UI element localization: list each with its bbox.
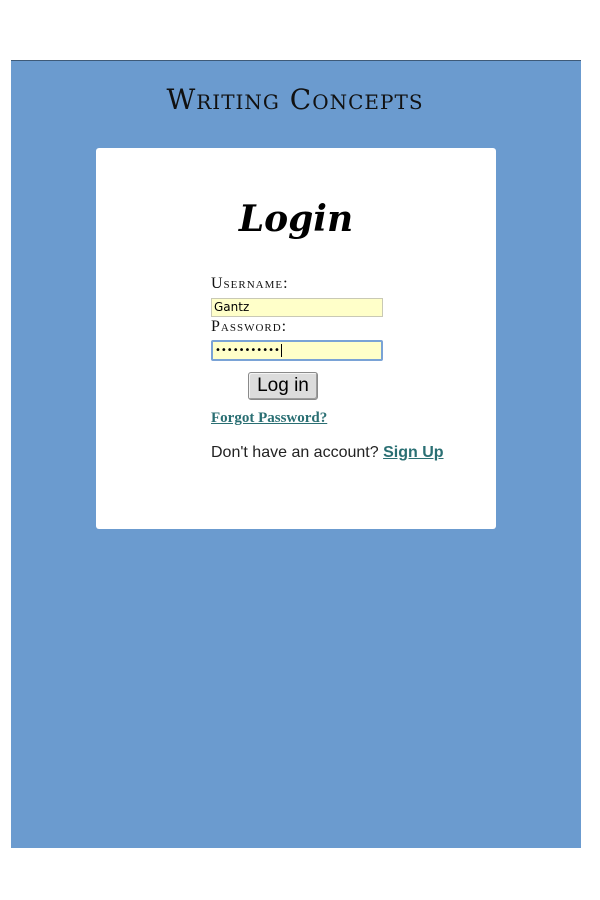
password-label: Password: [211,318,288,335]
site-title: Writing Concepts [166,83,424,116]
login-button[interactable]: Log in [248,372,318,400]
signup-link[interactable]: Sign Up [383,444,443,461]
password-input[interactable]: ••••••••••• [211,340,383,361]
no-account-text: Don't have an account? [211,444,379,461]
password-masked-value: ••••••••••• [215,345,280,356]
login-heading: Login [238,198,354,240]
username-label: Username: [211,275,289,292]
username-value: Gantz [214,300,250,314]
username-input[interactable]: Gantz [211,298,383,317]
text-caret [280,343,282,357]
signup-row: Don't have an account? Sign Up [211,444,444,462]
login-card: Login Username: Gantz Password: ••••••••… [96,148,496,529]
forgot-password-link[interactable]: Forgot Password? [211,410,327,427]
